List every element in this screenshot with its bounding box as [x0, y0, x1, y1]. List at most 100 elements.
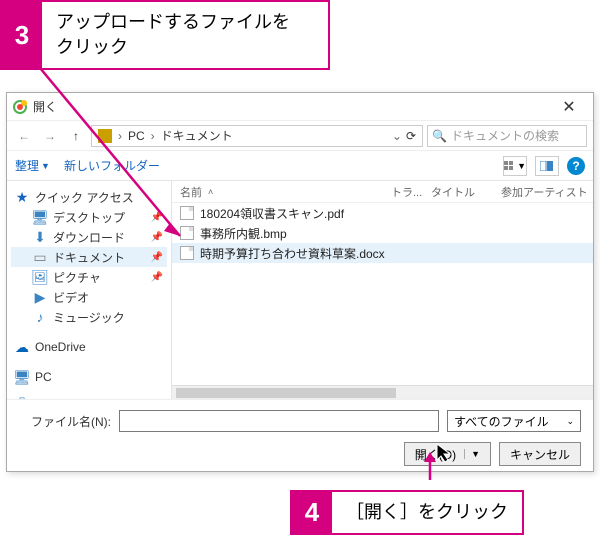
pictures-icon: 🖼: [33, 270, 47, 284]
star-icon: ★: [15, 190, 29, 204]
annotation-step-4: 4 ［開く］をクリック: [290, 490, 524, 535]
search-input[interactable]: 🔍 ドキュメントの検索: [427, 125, 587, 147]
file-name: 時期予算打ち合わせ資料草案.docx: [200, 245, 385, 262]
filename-label: ファイル名(N):: [19, 413, 111, 430]
sidebar-item-documents[interactable]: ▭ ドキュメント 📌: [11, 247, 167, 267]
sidebar-item-videos[interactable]: ▶ ビデオ: [11, 287, 167, 307]
dialog-title: 開く: [33, 98, 57, 115]
chevron-down-icon: ▼: [464, 449, 480, 459]
sidebar-item-label: ダウンロード: [53, 229, 125, 246]
sidebar-item-label: デスクトップ: [53, 209, 125, 226]
titlebar: 開く ✕: [7, 93, 593, 121]
sidebar-item-desktop[interactable]: 🖥 デスクトップ 📌: [11, 207, 167, 227]
column-header-title[interactable]: タイトル: [431, 184, 501, 200]
chevron-right-icon: ›: [151, 129, 155, 143]
preview-pane-button[interactable]: [535, 156, 559, 176]
file-row[interactable]: 事務所内観.bmp: [172, 223, 593, 243]
column-header-name[interactable]: 名前 ˄: [172, 184, 391, 200]
chevron-down-icon: ▼: [41, 161, 50, 171]
filter-label: すべてのファイル: [454, 413, 549, 430]
help-button[interactable]: ?: [567, 157, 585, 175]
sidebar-item-music[interactable]: ♪ ミュージック: [11, 307, 167, 327]
search-placeholder: ドキュメントの検索: [451, 127, 559, 144]
pc-icon: [98, 129, 112, 143]
breadcrumb-segment[interactable]: PC: [128, 129, 145, 143]
music-icon: ♪: [33, 310, 47, 324]
file-open-dialog: 開く ✕ ← → ↑ › PC › ドキュメント ⌄ ⟳ 🔍 ドキュメントの検索…: [6, 92, 594, 472]
sidebar-item-label: ビデオ: [53, 289, 89, 306]
file-row[interactable]: 180204領収書スキャン.pdf: [172, 203, 593, 223]
file-rows: 180204領収書スキャン.pdf 事務所内観.bmp 時期予算打ち合わせ資料草…: [172, 203, 593, 385]
downloads-icon: ⬇: [33, 230, 47, 244]
chevron-right-icon: ›: [118, 129, 122, 143]
main-area: ★ クイック アクセス 🖥 デスクトップ 📌 ⬇ ダウンロード 📌 ▭ ドキュメ…: [7, 181, 593, 399]
organize-label: 整理: [15, 157, 39, 174]
view-options-button[interactable]: ▼: [503, 156, 527, 176]
annotation-number: 4: [292, 492, 332, 533]
search-icon: 🔍: [432, 129, 447, 143]
filetype-filter[interactable]: すべてのファイル ⌄: [447, 410, 581, 432]
file-icon: [180, 226, 194, 240]
chevron-down-icon: ⌄: [566, 416, 574, 427]
pane-icon: [540, 161, 554, 171]
sidebar-item-label: PC: [35, 370, 52, 384]
nav-forward-button[interactable]: →: [39, 125, 61, 147]
column-label: 名前: [180, 184, 202, 200]
column-header-track[interactable]: トラ...: [391, 184, 431, 200]
cancel-button[interactable]: キャンセル: [499, 442, 581, 466]
nav-row: ← → ↑ › PC › ドキュメント ⌄ ⟳ 🔍 ドキュメントの検索: [7, 121, 593, 151]
pin-icon: 📌: [151, 212, 163, 223]
cancel-button-label: キャンセル: [510, 446, 570, 463]
annotation-text: アップロードするファイルを クリック: [42, 2, 304, 68]
file-list-header: 名前 ˄ トラ... タイトル 参加アーティスト: [172, 181, 593, 203]
organize-menu[interactable]: 整理 ▼: [15, 157, 50, 174]
file-icon: [180, 206, 194, 220]
file-row[interactable]: 時期予算打ち合わせ資料草案.docx: [172, 243, 593, 263]
horizontal-scrollbar[interactable]: [172, 385, 593, 399]
column-header-artist[interactable]: 参加アーティスト: [501, 184, 593, 200]
sidebar-item-pc[interactable]: 🖥 PC: [11, 367, 167, 387]
breadcrumb-segment[interactable]: ドキュメント: [161, 127, 233, 144]
close-button[interactable]: ✕: [551, 97, 587, 117]
sidebar-item-label: ピクチャ: [53, 269, 101, 286]
filename-input[interactable]: [119, 410, 439, 432]
sidebar-item-label: OneDrive: [35, 340, 86, 354]
open-button-label: 開く(O): [415, 446, 456, 463]
file-list: 名前 ˄ トラ... タイトル 参加アーティスト 180204領収書スキャン.p…: [172, 181, 593, 399]
sidebar-item-label: ドキュメント: [53, 249, 125, 266]
chevron-down-icon[interactable]: ⌄: [392, 129, 402, 143]
file-icon: [180, 246, 194, 260]
desktop-icon: 🖥: [33, 210, 47, 224]
pc-icon: 🖥: [15, 370, 29, 384]
annotation-step-3: 3 アップロードするファイルを クリック: [0, 0, 330, 70]
sidebar-item-downloads[interactable]: ⬇ ダウンロード 📌: [11, 227, 167, 247]
sidebar-item-label: ミュージック: [53, 309, 125, 326]
annotation-text: ［開く］をクリック: [332, 492, 522, 533]
pin-icon: 📌: [151, 272, 163, 283]
documents-icon: ▭: [33, 250, 47, 264]
open-button[interactable]: 開く(O) ▼: [404, 442, 491, 466]
toolbar: 整理 ▼ 新しいフォルダー ▼ ?: [7, 151, 593, 181]
scrollbar-thumb[interactable]: [176, 388, 396, 398]
breadcrumb[interactable]: › PC › ドキュメント ⌄ ⟳: [91, 125, 423, 147]
pin-icon: 📌: [151, 232, 163, 243]
annotation-number: 3: [2, 2, 42, 68]
dialog-footer: ファイル名(N): すべてのファイル ⌄ 開く(O) ▼ キャンセル: [7, 399, 593, 478]
new-folder-button[interactable]: 新しいフォルダー: [64, 157, 160, 174]
nav-up-button[interactable]: ↑: [65, 125, 87, 147]
videos-icon: ▶: [33, 290, 47, 304]
pin-icon: 📌: [151, 252, 163, 263]
sidebar-item-onedrive[interactable]: ☁ OneDrive: [11, 337, 167, 357]
refresh-button[interactable]: ⟳: [406, 129, 416, 143]
sidebar-item-label: クイック アクセス: [35, 189, 134, 206]
onedrive-icon: ☁: [15, 340, 29, 354]
nav-back-button[interactable]: ←: [13, 125, 35, 147]
sidebar-item-pictures[interactable]: 🖼 ピクチャ 📌: [11, 267, 167, 287]
chrome-icon: [13, 100, 27, 114]
sidebar-item-label: ネットワーク: [35, 399, 107, 400]
sidebar: ★ クイック アクセス 🖥 デスクトップ 📌 ⬇ ダウンロード 📌 ▭ ドキュメ…: [7, 181, 172, 399]
file-name: 事務所内観.bmp: [200, 225, 287, 242]
sidebar-item-network[interactable]: 🖧 ネットワーク: [11, 397, 167, 399]
sidebar-item-quick-access[interactable]: ★ クイック アクセス: [11, 187, 167, 207]
chevron-down-icon: ▼: [517, 161, 526, 171]
